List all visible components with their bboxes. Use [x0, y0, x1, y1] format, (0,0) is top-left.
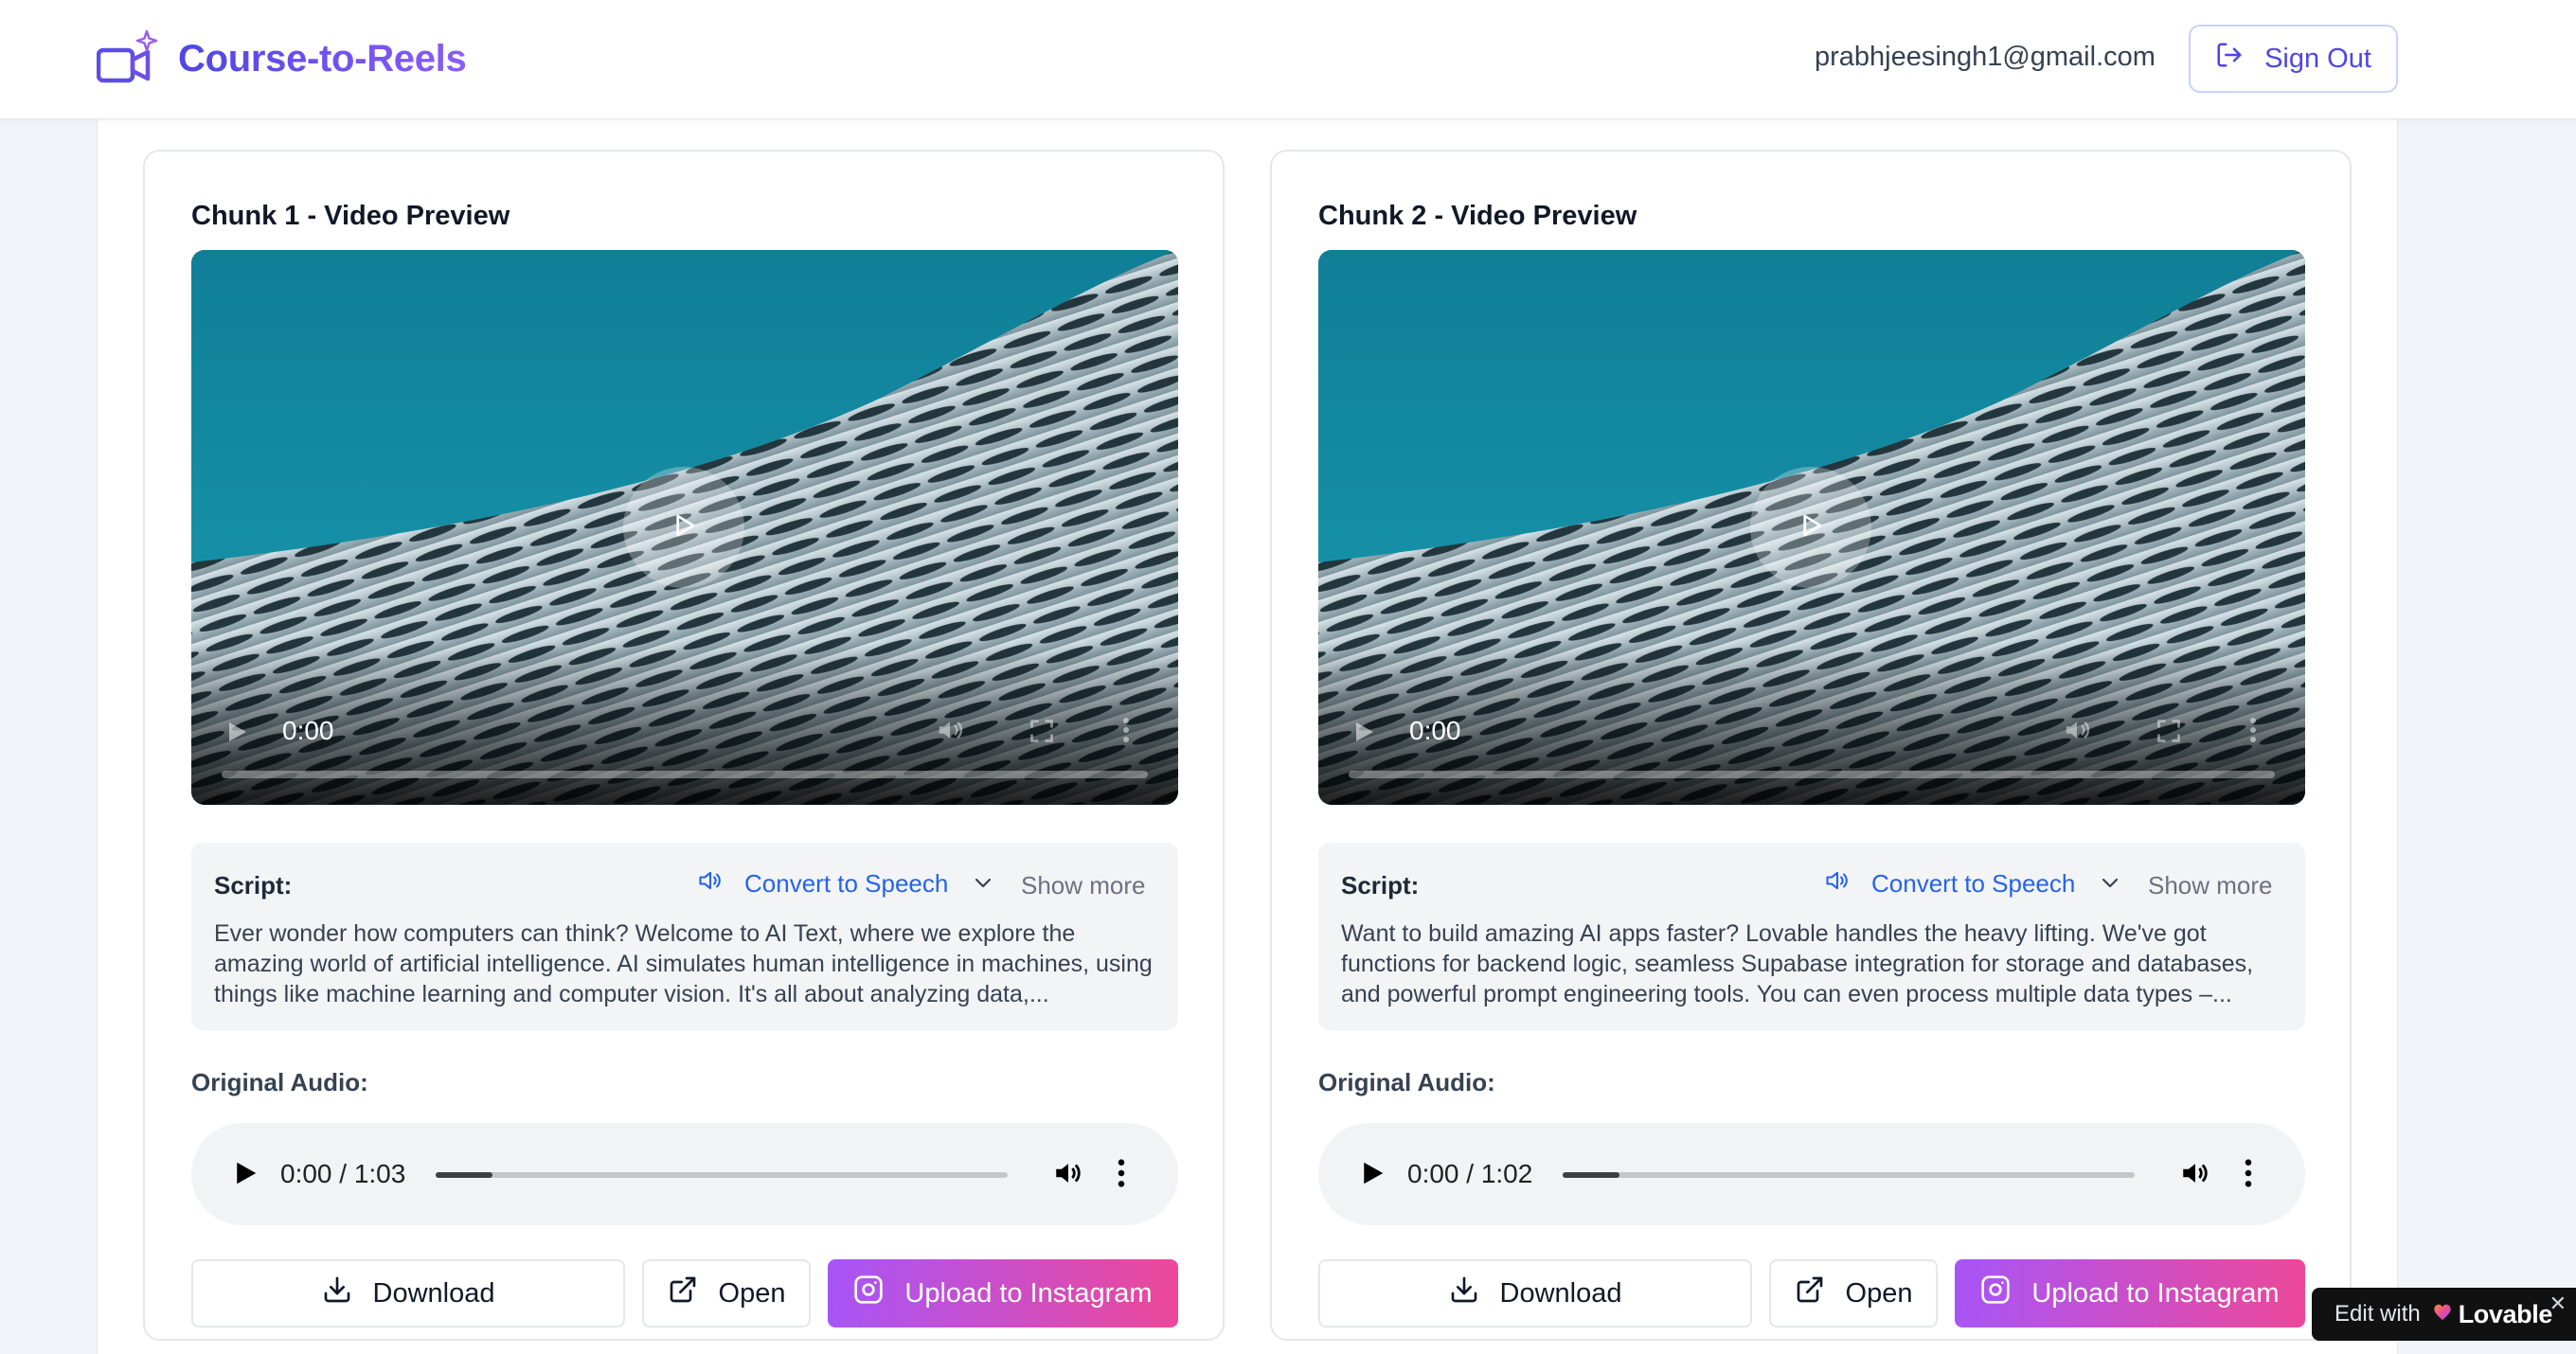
upload-to-instagram-label: Upload to Instagram: [904, 1277, 1153, 1309]
chunk-card-2: Chunk 2 - Video Preview 0:00 Script: Con…: [1270, 150, 2352, 1341]
video-controls: 0:00: [1318, 644, 2305, 805]
audio-progress-fill: [436, 1172, 493, 1178]
open-label: Open: [718, 1277, 786, 1309]
external-link-icon: [1795, 1274, 1825, 1312]
audio-progress-fill: [1563, 1172, 1620, 1178]
show-more-button[interactable]: Show more: [2148, 871, 2273, 900]
script-text: Ever wonder how computers can think? Wel…: [214, 920, 1153, 1007]
script-text: Want to build amazing AI apps faster? Lo…: [1341, 920, 2254, 1007]
audio-play-icon[interactable]: [1358, 1159, 1386, 1192]
audio-volume-icon[interactable]: [2178, 1157, 2212, 1194]
audio-more-icon[interactable]: [1116, 1157, 1127, 1194]
audio-progress-bar[interactable]: [1563, 1172, 2135, 1178]
audio-time: 0:00 / 1:03: [280, 1159, 406, 1188]
open-button[interactable]: Open: [642, 1259, 811, 1327]
upload-to-instagram-button[interactable]: Upload to Instagram: [1955, 1259, 2305, 1327]
video-volume-icon[interactable]: [2061, 716, 2093, 749]
open-label: Open: [1845, 1277, 1913, 1309]
speaker-icon: [695, 867, 725, 900]
chunk-card-1: Chunk 1 - Video Preview 0:00 Script: Con…: [143, 150, 1225, 1341]
edit-with-lovable-badge[interactable]: Edit with Lovable ✕: [2312, 1288, 2576, 1341]
download-icon: [322, 1274, 352, 1312]
audio-player: 0:00 / 1:02: [1318, 1123, 2305, 1225]
chunk-title: Chunk 2 - Video Preview: [1318, 201, 1637, 231]
lovable-heart-icon: [2432, 1301, 2453, 1327]
fullscreen-icon[interactable]: [1029, 718, 1055, 749]
script-panel: Script: Convert to Speech Show more Ever…: [191, 843, 1178, 1030]
user-email: prabhjeesingh1@gmail.com: [1815, 42, 2156, 72]
chevron-down-icon[interactable]: [2099, 871, 2121, 899]
video-progress-bar[interactable]: [222, 771, 1148, 778]
sign-out-label: Sign Out: [2264, 43, 2371, 74]
video-more-icon[interactable]: [1121, 716, 1131, 749]
app-header: Course-to-Reels prabhjeesingh1@gmail.com…: [0, 0, 2576, 119]
audio-play-icon[interactable]: [231, 1159, 259, 1192]
video-more-icon[interactable]: [2248, 716, 2258, 749]
play-icon: [1797, 510, 1825, 545]
play-icon: [670, 510, 698, 545]
download-icon: [1449, 1274, 1479, 1312]
script-panel: Script: Convert to Speech Show more Want…: [1318, 843, 2305, 1030]
upload-to-instagram-button[interactable]: Upload to Instagram: [828, 1259, 1178, 1327]
video-play-icon[interactable]: [1352, 720, 1375, 749]
close-icon[interactable]: ✕: [2549, 1292, 2567, 1316]
brand[interactable]: Course-to-Reels: [96, 21, 467, 97]
lovable-brand: Lovable: [2458, 1299, 2553, 1328]
video-sparkle-icon: [96, 29, 159, 88]
chevron-down-icon[interactable]: [972, 871, 994, 899]
audio-label: Original Audio:: [1318, 1068, 1495, 1096]
video-play-icon[interactable]: [225, 720, 248, 749]
instagram-icon: [853, 1274, 884, 1312]
video-progress-bar[interactable]: [1349, 771, 2275, 778]
audio-progress-bar[interactable]: [436, 1172, 1008, 1178]
convert-to-speech-label: Convert to Speech: [1871, 869, 2076, 898]
video-play-overlay-button[interactable]: [623, 467, 744, 588]
script-label: Script:: [214, 871, 293, 900]
video-time: 0:00: [1409, 716, 1461, 745]
convert-to-speech-label: Convert to Speech: [744, 869, 949, 898]
open-button[interactable]: Open: [1769, 1259, 1938, 1327]
chunk-title: Chunk 1 - Video Preview: [191, 201, 510, 231]
script-label: Script:: [1341, 871, 1420, 900]
video-time: 0:00: [282, 716, 334, 745]
log-out-icon: [2215, 41, 2244, 77]
instagram-icon: [1980, 1274, 2011, 1312]
upload-to-instagram-label: Upload to Instagram: [2031, 1277, 2280, 1309]
audio-more-icon[interactable]: [2243, 1157, 2254, 1194]
download-button[interactable]: Download: [1318, 1259, 1752, 1327]
video-volume-icon[interactable]: [934, 716, 966, 749]
speaker-icon: [1822, 867, 1852, 900]
audio-volume-icon[interactable]: [1051, 1157, 1085, 1194]
audio-time: 0:00 / 1:02: [1407, 1159, 1533, 1188]
fullscreen-icon[interactable]: [2156, 718, 2182, 749]
convert-to-speech-button[interactable]: Convert to Speech: [1822, 867, 2075, 900]
brand-name: Course-to-Reels: [178, 37, 467, 80]
audio-label: Original Audio:: [191, 1068, 368, 1096]
audio-player: 0:00 / 1:03: [191, 1123, 1178, 1225]
download-label: Download: [1499, 1277, 1622, 1309]
sign-out-button[interactable]: Sign Out: [2189, 25, 2398, 93]
external-link-icon: [668, 1274, 698, 1312]
video-player[interactable]: 0:00: [191, 250, 1178, 805]
download-button[interactable]: Download: [191, 1259, 625, 1327]
video-play-overlay-button[interactable]: [1750, 467, 1871, 588]
convert-to-speech-button[interactable]: Convert to Speech: [695, 867, 948, 900]
video-controls: 0:00: [191, 644, 1178, 805]
lovable-prefix: Edit with: [2334, 1301, 2421, 1327]
show-more-button[interactable]: Show more: [1021, 871, 1146, 900]
video-player[interactable]: 0:00: [1318, 250, 2305, 805]
download-label: Download: [372, 1277, 495, 1309]
